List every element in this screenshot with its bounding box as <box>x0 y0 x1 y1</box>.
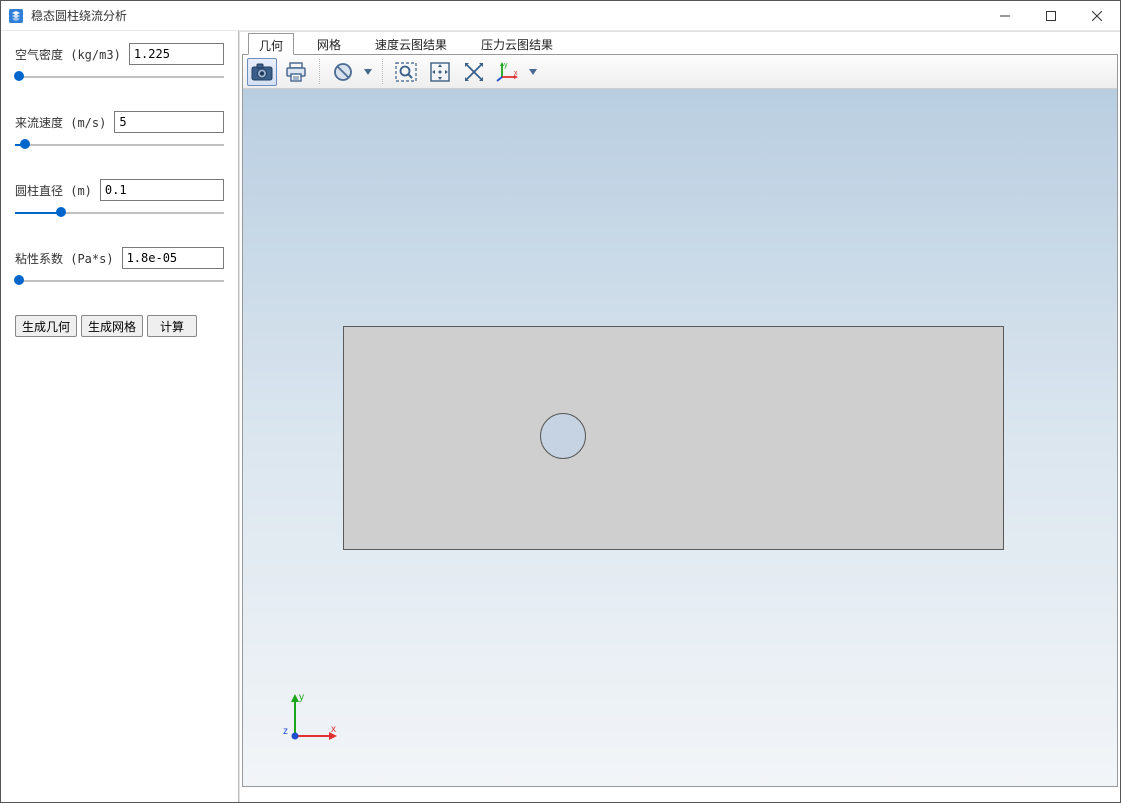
inflow-velocity-input[interactable] <box>114 111 224 133</box>
tab-velocity-contour[interactable]: 速度云图结果 <box>364 32 458 54</box>
param-cylinder-diameter: 圆柱直径 (m) <box>15 179 224 219</box>
svg-text:x: x <box>514 70 518 77</box>
param-air-density: 空气密度 (kg/m3) <box>15 43 224 83</box>
zoom-box-button[interactable] <box>391 58 421 86</box>
cylinder-diameter-input[interactable] <box>100 179 224 201</box>
action-buttons: 生成几何 生成网格 计算 <box>15 315 224 337</box>
separator-icon <box>319 59 320 85</box>
camera-icon <box>251 63 273 81</box>
viscosity-label: 粘性系数 (Pa*s) <box>15 250 114 267</box>
tab-pressure-contour[interactable]: 压力云图结果 <box>470 32 564 54</box>
cylinder-diameter-label: 圆柱直径 (m) <box>15 182 92 199</box>
pan-icon <box>429 61 451 83</box>
pan-button[interactable] <box>425 58 455 86</box>
maximize-button[interactable] <box>1028 1 1074 31</box>
param-viscosity: 粘性系数 (Pa*s) <box>15 247 224 287</box>
app-window: 稳态圆柱绕流分析 空气密度 (kg/m3) <box>0 0 1121 803</box>
axis-y-label: y <box>299 692 304 703</box>
inflow-velocity-slider[interactable] <box>15 139 224 151</box>
viewport[interactable]: y x z <box>243 89 1117 786</box>
tab-geometry[interactable]: 几何 <box>248 33 294 55</box>
view-frame: y x y <box>242 54 1118 787</box>
geometry-domain-rect <box>343 326 1004 550</box>
fit-view-button[interactable] <box>459 58 489 86</box>
param-inflow-velocity: 来流速度 (m/s) <box>15 111 224 151</box>
close-button[interactable] <box>1074 1 1120 31</box>
generate-geometry-button[interactable]: 生成几何 <box>15 315 77 337</box>
tabs: 几何 网格 速度云图结果 压力云图结果 <box>240 32 1120 54</box>
axis-z-label: z <box>283 726 288 737</box>
toolbar: y x <box>243 55 1117 89</box>
printer-icon <box>285 62 307 82</box>
content: 空气密度 (kg/m3) 来流速度 (m/s) <box>1 31 1120 802</box>
titlebar: 稳态圆柱绕流分析 <box>1 1 1120 31</box>
air-density-slider[interactable] <box>15 71 224 83</box>
block-dropdown[interactable] <box>362 58 374 86</box>
air-density-label: 空气密度 (kg/m3) <box>15 46 121 63</box>
air-density-input[interactable] <box>129 43 224 65</box>
cylinder-diameter-slider[interactable] <box>15 207 224 219</box>
axis-x-label: x <box>331 724 336 735</box>
print-button[interactable] <box>281 58 311 86</box>
axes-view-dropdown[interactable] <box>527 58 539 86</box>
axes-view-button[interactable]: y x <box>493 58 523 86</box>
axes-icon: y x <box>496 61 520 83</box>
block-representation-button[interactable] <box>328 58 358 86</box>
main-panel: 几何 网格 速度云图结果 压力云图结果 <box>239 31 1120 802</box>
minimize-button[interactable] <box>982 1 1028 31</box>
zoom-box-icon <box>395 62 417 82</box>
orientation-axes: y x z <box>273 688 343 758</box>
svg-text:y: y <box>504 62 508 69</box>
viscosity-slider[interactable] <box>15 275 224 287</box>
generate-mesh-button[interactable]: 生成网格 <box>81 315 143 337</box>
no-entry-icon <box>333 62 353 82</box>
sidebar: 空气密度 (kg/m3) 来流速度 (m/s) <box>1 31 239 802</box>
separator-icon <box>382 59 383 85</box>
tab-mesh[interactable]: 网格 <box>306 32 352 54</box>
fit-icon <box>463 61 485 83</box>
geometry-cylinder <box>540 413 586 459</box>
window-title: 稳态圆柱绕流分析 <box>31 7 127 24</box>
screenshot-button[interactable] <box>247 58 277 86</box>
viscosity-input[interactable] <box>122 247 224 269</box>
inflow-velocity-label: 来流速度 (m/s) <box>15 114 106 131</box>
compute-button[interactable]: 计算 <box>147 315 197 337</box>
app-icon <box>7 7 25 25</box>
